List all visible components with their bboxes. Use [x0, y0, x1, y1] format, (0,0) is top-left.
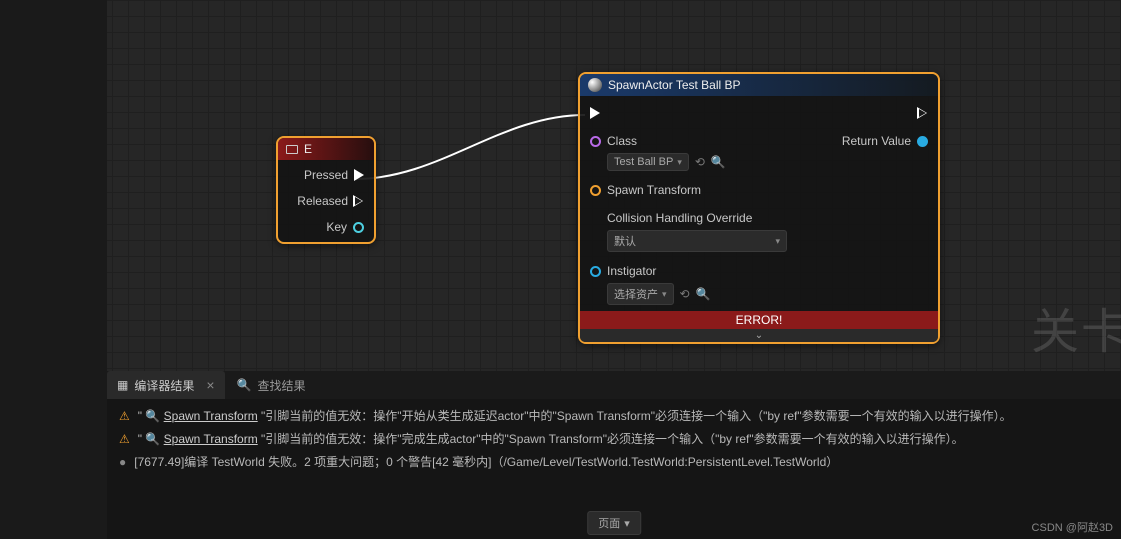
- tab-icon: ▦: [117, 378, 128, 392]
- instigator-param: Instigator 选择资产 ▾ ⟲ 🔍: [590, 262, 842, 311]
- reset-icon[interactable]: ⟲: [695, 155, 705, 169]
- exec-pin-icon: [354, 195, 364, 207]
- class-dropdown[interactable]: Test Ball BP ▾: [607, 153, 689, 171]
- node-title: SpawnActor Test Ball BP: [608, 78, 741, 92]
- node-error-bar: ERROR!: [580, 311, 938, 329]
- message-list: ⚠ " 🔍 Spawn Transform "引脚当前的值无效：操作"开始从类生…: [107, 399, 1121, 478]
- node-input-key-e[interactable]: E Pressed Released Key: [276, 136, 376, 244]
- actor-icon: [588, 78, 602, 92]
- message-link[interactable]: Spawn Transform: [164, 432, 258, 446]
- reset-icon[interactable]: ⟲: [680, 287, 690, 301]
- search-icon: 🔍: [237, 378, 252, 392]
- credits-text: CSDN @阿赵3D: [1032, 519, 1113, 535]
- message-row[interactable]: ● [7677.49]编译 TestWorld 失败。2 项重大问题；0 个警告…: [119, 453, 1109, 470]
- exec-pin-icon: [590, 107, 600, 119]
- left-gutter: [0, 0, 107, 371]
- node-expand-toggle[interactable]: ⌄: [580, 329, 938, 342]
- node-header: E: [278, 138, 374, 160]
- warning-icon: ⚠: [119, 432, 130, 446]
- search-results-tab[interactable]: 🔍 查找结果: [225, 377, 318, 394]
- data-pin-icon[interactable]: [590, 266, 601, 277]
- compiler-results-panel: ▦ 编译器结果 × 🔍 查找结果 ⚠ " 🔍 Spawn Transform "…: [107, 371, 1121, 539]
- warning-icon: ⚠: [119, 409, 130, 423]
- bullet-icon: ●: [119, 455, 126, 469]
- search-icon[interactable]: 🔍: [696, 287, 711, 301]
- pin-pressed[interactable]: Pressed: [288, 166, 364, 184]
- message-row[interactable]: ⚠ " 🔍 Spawn Transform "引脚当前的值无效：操作"开始从类生…: [119, 407, 1109, 424]
- data-pin-icon[interactable]: [590, 136, 601, 147]
- node-title: E: [304, 142, 312, 156]
- message-text: [7677.49]编译 TestWorld 失败。2 项重大问题；0 个警告[4…: [134, 453, 838, 470]
- node-spawn-actor[interactable]: SpawnActor Test Ball BP Class Test Ball …: [578, 72, 940, 344]
- watermark-text: 关卡: [1031, 292, 1121, 362]
- blueprint-graph[interactable]: E Pressed Released Key SpawnActor Test B…: [0, 0, 1121, 371]
- class-param: Class Test Ball BP ▾ ⟲ 🔍: [590, 132, 842, 171]
- close-icon[interactable]: ×: [206, 377, 214, 393]
- exec-pin-icon: [918, 107, 928, 119]
- instigator-dropdown[interactable]: 选择资产 ▾: [607, 283, 674, 305]
- data-pin-icon: [917, 136, 928, 147]
- pin-key[interactable]: Key: [288, 218, 364, 236]
- keyboard-icon: [286, 145, 298, 154]
- tab-compiler-results[interactable]: ▦ 编译器结果 ×: [107, 371, 225, 399]
- pin-spawn-transform[interactable]: Spawn Transform: [590, 181, 842, 199]
- collision-param: Collision Handling Override 默认 ▾: [590, 209, 842, 252]
- data-pin-icon: [590, 185, 601, 196]
- chevron-down-icon: ▾: [775, 236, 780, 247]
- exec-in-pin[interactable]: [590, 104, 842, 122]
- exec-wire: [0, 0, 1121, 371]
- pin-return-value[interactable]: Return Value: [842, 132, 928, 150]
- pin-released[interactable]: Released: [288, 192, 364, 210]
- page-dropdown[interactable]: 页面 ▾: [587, 511, 641, 535]
- search-icon[interactable]: 🔍: [711, 155, 726, 169]
- collision-dropdown[interactable]: 默认 ▾: [607, 230, 787, 252]
- tab-bar: ▦ 编译器结果 × 🔍 查找结果: [107, 371, 1121, 399]
- message-text: " 🔍 Spawn Transform "引脚当前的值无效：操作"开始从类生成延…: [138, 407, 1012, 424]
- exec-pin-icon: [354, 169, 364, 181]
- tab-label: 编译器结果: [134, 377, 194, 394]
- data-pin-icon: [353, 222, 364, 233]
- chevron-down-icon: ▾: [624, 517, 630, 530]
- node-header: SpawnActor Test Ball BP: [580, 74, 938, 96]
- search-icon: 🔍: [145, 432, 160, 446]
- chevron-down-icon: ▾: [662, 289, 667, 300]
- search-icon: 🔍: [145, 409, 160, 423]
- message-row[interactable]: ⚠ " 🔍 Spawn Transform "引脚当前的值无效：操作"完成生成a…: [119, 430, 1109, 447]
- message-link[interactable]: Spawn Transform: [164, 409, 258, 423]
- message-text: " 🔍 Spawn Transform "引脚当前的值无效：操作"完成生成act…: [138, 430, 964, 447]
- exec-out-pin[interactable]: [918, 104, 928, 122]
- chevron-down-icon: ▾: [677, 157, 682, 168]
